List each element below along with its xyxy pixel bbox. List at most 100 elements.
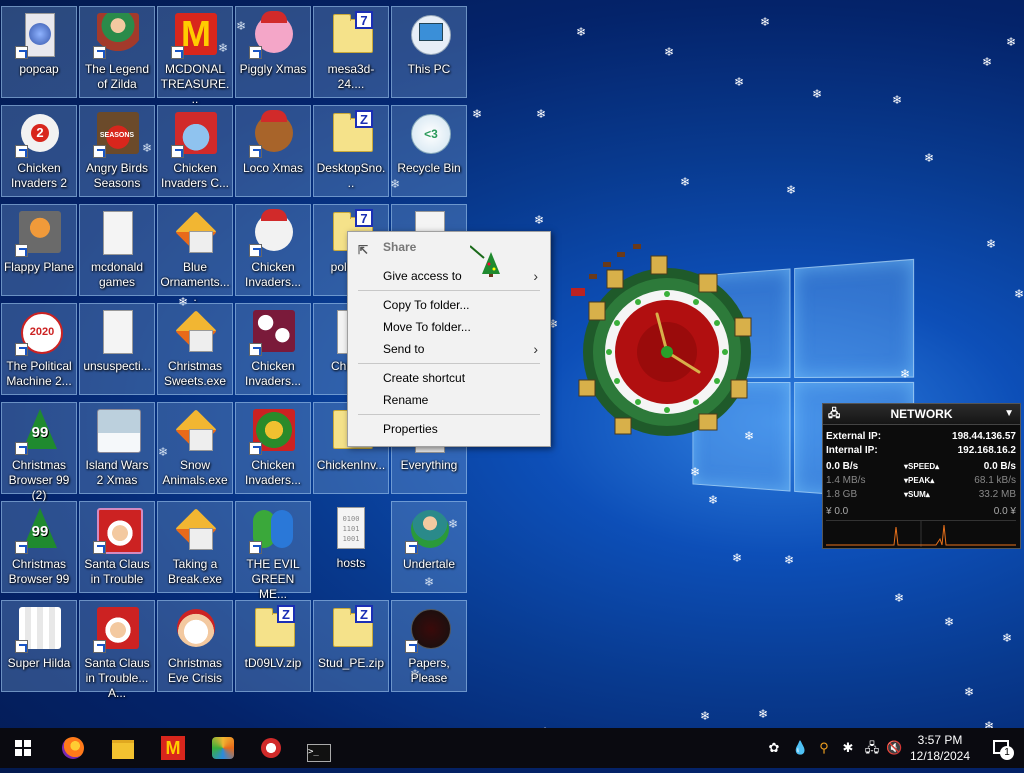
chevron-down-icon[interactable]: ▼ (1004, 404, 1014, 424)
desktop-icon-stud-pe-zip[interactable]: Z Stud_PE.zip (313, 600, 389, 692)
desktop-icon-flappy-plane[interactable]: Flappy Plane (1, 204, 77, 296)
icon-label: Everything (400, 458, 458, 472)
taskbar-clock[interactable]: 3:57 PM 12/18/2024 (900, 732, 980, 764)
menu-item-copy-to-folder[interactable]: Copy To folder... (348, 295, 548, 315)
political-machine-icon: 2020 (15, 308, 63, 356)
start-button[interactable] (0, 728, 46, 768)
taskbar-ornament-app[interactable] (200, 728, 246, 768)
desktop-icon-desktopsno[interactable]: Z DesktopSno... (313, 105, 389, 197)
desktop-icon-chicken-invaders-4[interactable]: Chicken Invaders... (235, 303, 311, 395)
santa-icon (93, 605, 141, 653)
icon-label: ChickenInv... (316, 458, 386, 472)
internal-ip-value: 192.168.16.2 (957, 445, 1016, 456)
desktop-icon-political-machine[interactable]: 2020 The Political Machine 2... (1, 303, 77, 395)
desktop-icon-legend-of-zilda[interactable]: The Legend of Zilda (79, 6, 155, 98)
search-icon[interactable]: ⚲ (816, 740, 832, 756)
network-meter-header[interactable]: 🖧 NETWORK ▼ (823, 404, 1020, 425)
icon-label: Santa Claus in Trouble... A... (84, 656, 150, 700)
desktop-icon-angry-birds-seasons[interactable]: SEASONS Angry Birds Seasons (79, 105, 155, 197)
desktop-icon-recycle-bin[interactable]: <3 Recycle Bin (391, 105, 467, 197)
external-ip-label: External IP: (826, 431, 882, 442)
icon-label: Stud_PE.zip (317, 656, 385, 670)
desktop-icon-mesa3d[interactable]: 7 mesa3d-24.... (313, 6, 389, 98)
network-meter-widget[interactable]: 🖧 NETWORK ▼ External IP: 198.44.136.57 I… (822, 403, 1021, 549)
pixel-cat-icon (15, 605, 63, 653)
christmas-clock-gadget[interactable] (567, 240, 767, 440)
desktop-icon-snow-animals[interactable]: Snow Animals.exe (157, 402, 233, 494)
desktop-icon-blue-ornaments[interactable]: Blue Ornaments.... (157, 204, 233, 304)
flappy-plane-icon (15, 209, 63, 257)
desktop-icon-christmas-browser-99-2[interactable]: 99 Christmas Browser 99 (2) (1, 402, 77, 502)
desktop-icon-piggly-xmas[interactable]: Piggly Xmas (235, 6, 311, 98)
desktop-icon-hosts[interactable]: 0100 1101 1001 hosts (313, 501, 389, 593)
graph-left-label: ¥ 0.0 (826, 506, 849, 517)
icon-label: Santa Claus in Trouble (84, 557, 150, 586)
desktop-icon-christmas-sweets[interactable]: Christmas Sweets.exe (157, 303, 233, 395)
desktop-icon-chicken-invaders-3[interactable]: Chicken Invaders... (235, 204, 311, 296)
taskbar-firefox[interactable] (50, 728, 96, 768)
desktop-icon-mcdonald-games[interactable]: mcdonald games (79, 204, 155, 296)
taskbar-terminal[interactable]: >_ (296, 728, 342, 768)
droplet-icon[interactable]: 💧 (792, 740, 808, 756)
share-icon: ⇱ (358, 243, 369, 257)
chicken-santa-icon (171, 110, 219, 158)
desktop-icon-santa-claus-in-trouble-again[interactable]: Santa Claus in Trouble... A... (79, 600, 155, 700)
desktop-icon-santa-claus-in-trouble[interactable]: Santa Claus in Trouble (79, 501, 155, 593)
context-menu[interactable]: ⇱ Share Give access to › Copy To folder.… (347, 231, 551, 447)
menu-item-create-shortcut[interactable]: Create shortcut (348, 368, 548, 388)
installer-icon (171, 209, 219, 257)
desktop-icon-chicken-invaders-2[interactable]: 2 Chicken Invaders 2 (1, 105, 77, 197)
taskbar-mcdonalds-app[interactable]: M (150, 728, 196, 768)
desktop-icon-christmas-eve-crisis[interactable]: Christmas Eve Crisis (157, 600, 233, 692)
chicken-icon: 2 (15, 110, 63, 158)
desktop-icon-super-hilda[interactable]: Super Hilda (1, 600, 77, 692)
menu-item-rename[interactable]: Rename (348, 390, 548, 410)
desktop-icon-td09lv-zip[interactable]: Z tD09LV.zip (235, 600, 311, 692)
network-icon[interactable]: 🖧 (864, 740, 880, 756)
snowflake-icon[interactable]: ✱ (840, 740, 856, 756)
desktop-icon-popcap[interactable]: popcap (1, 6, 77, 98)
icon-label: Loco Xmas (242, 161, 304, 175)
zip-archive-icon: Z (327, 605, 375, 653)
external-ip-value: 198.44.136.57 (952, 431, 1016, 442)
windows-start-icon (15, 740, 31, 756)
menu-item-send-to[interactable]: Send to › (348, 339, 548, 359)
desktop-icon-taking-a-break[interactable]: Taking a Break.exe (157, 501, 233, 593)
desktop-icon-unsuspecti[interactable]: unsuspecti... (79, 303, 155, 395)
icon-label: hosts (336, 556, 366, 570)
binary-file-icon: 0100 1101 1001 (327, 505, 375, 553)
desktop-icon-mcdonal-treasure[interactable]: M MCDONAL TREASURE... (157, 6, 233, 106)
desktop-icon-evil-green-me[interactable]: THE EVIL GREEN ME... (235, 501, 311, 601)
desktop-icon-papers-please[interactable]: Papers, Please (391, 600, 467, 692)
menu-item-give-access[interactable]: Give access to › (348, 266, 548, 286)
terminal-icon: >_ (307, 744, 331, 762)
network-traffic-graph (826, 520, 1016, 547)
ornament-tray-icon[interactable]: ✿ (766, 740, 782, 756)
chicken-eggs-icon (249, 308, 297, 356)
desktop-icon-loco-xmas[interactable]: Loco Xmas (235, 105, 311, 197)
peak-label: ▾PEAK▴ (904, 476, 935, 485)
desktop-icon-christmas-browser-99[interactable]: 99 Christmas Browser 99 (1, 501, 77, 593)
desktop-icon-undertale[interactable]: Undertale (391, 501, 467, 593)
mcdonalds-icon: M (171, 11, 219, 59)
notification-center-button[interactable]: 1 (978, 728, 1024, 768)
menu-item-share[interactable]: ⇱ Share (348, 237, 548, 257)
popcap-folder-icon (15, 11, 63, 59)
icon-label: Christmas Sweets.exe (163, 359, 227, 388)
icon-label: unsuspecti... (83, 359, 151, 373)
taskbar[interactable]: M >_ ✿ 💧 ⚲ ✱ 🖧 🔇 3:57 PM 12/18/2024 1 (0, 728, 1024, 768)
taskbar-chicken-app[interactable] (248, 728, 294, 768)
menu-item-move-to-folder[interactable]: Move To folder... (348, 317, 548, 337)
desktop-icon-chicken-invaders-c[interactable]: Chicken Invaders C... (157, 105, 233, 197)
notification-count-badge: 1 (1000, 746, 1014, 760)
chevron-right-icon: › (533, 341, 538, 357)
menu-separator (358, 414, 540, 415)
clock-center (661, 346, 673, 358)
desktop-icon-island-wars-2[interactable]: Island Wars 2 Xmas (79, 402, 155, 494)
desktop[interactable]: ❄ ❄ ❄ ❄ ❄ ❄ ❄ ❄ ❄ ❄ ❄ ❄ ❄ ❄ ❄ ❄ ❄ ❄ ❄ ❄ … (0, 0, 1024, 738)
taskbar-file-explorer[interactable] (100, 728, 146, 768)
desktop-icon-chicken-invaders-5[interactable]: Chicken Invaders... (235, 402, 311, 494)
desktop-icon-this-pc[interactable]: This PC (391, 6, 467, 98)
christmas-tree-icon: 99 (15, 506, 63, 554)
menu-item-properties[interactable]: Properties (348, 419, 548, 439)
